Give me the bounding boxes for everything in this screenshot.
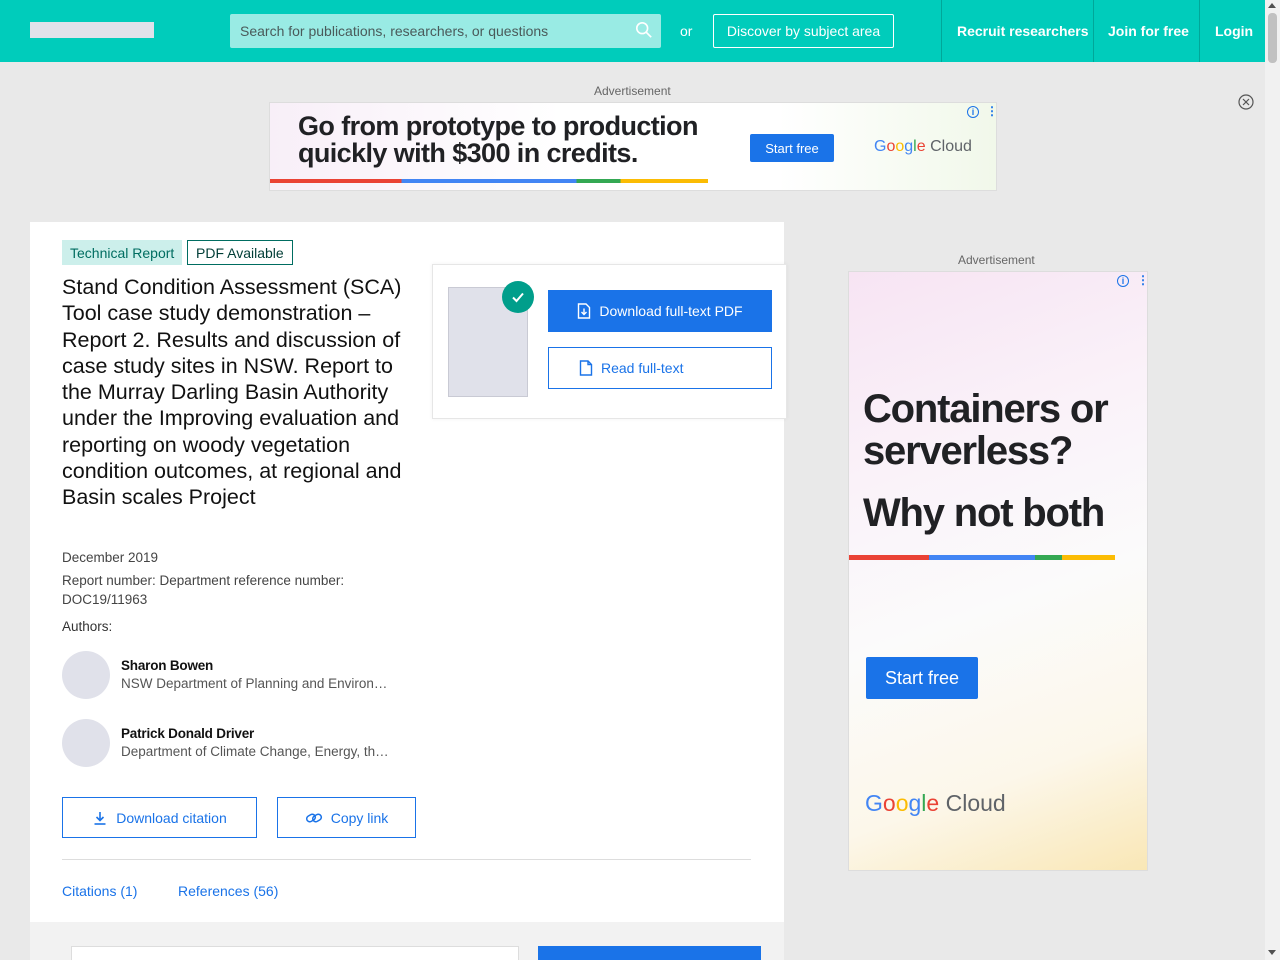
- pdf-download-icon: [578, 303, 591, 319]
- join-for-free-link[interactable]: Join for free: [1108, 0, 1189, 62]
- site-logo[interactable]: [30, 22, 154, 38]
- nav-separator: [1093, 0, 1094, 62]
- search-box: [230, 14, 661, 48]
- search-input[interactable]: [240, 14, 620, 48]
- discover-by-subject-button[interactable]: Discover by subject area: [713, 14, 894, 48]
- authors-label: Authors:: [62, 619, 113, 634]
- ad-headline: Go from prototype to production quickly …: [298, 111, 698, 168]
- ad-headline: Containers or serverless?: [863, 387, 1109, 473]
- avatar[interactable]: [62, 651, 110, 699]
- ad-subheadline: Why not both: [863, 491, 1105, 535]
- download-full-text-pdf-label: Download full-text PDF: [599, 303, 743, 319]
- lower-action-button[interactable]: [538, 946, 761, 960]
- ad-color-stripe: [849, 555, 1115, 560]
- lower-panel: [71, 946, 519, 960]
- top-banner-ad[interactable]: Go from prototype to production quickly …: [269, 102, 997, 191]
- publication-type-badge: Technical Report: [62, 240, 183, 265]
- login-link[interactable]: Login: [1215, 0, 1253, 62]
- check-icon: [502, 281, 534, 313]
- google-cloud-logo: Google Cloud: [874, 138, 972, 155]
- author-name[interactable]: Patrick Donald Driver: [121, 726, 254, 741]
- read-full-text-label: Read full-text: [601, 360, 684, 376]
- download-citation-label: Download citation: [116, 809, 227, 826]
- page-scrollbar[interactable]: [1265, 0, 1280, 960]
- nav-separator: [1199, 0, 1200, 62]
- ad-options-icon[interactable]: ⋮: [1137, 274, 1147, 286]
- download-citation-button[interactable]: Download citation: [62, 797, 257, 838]
- ad-start-free-button[interactable]: Start free: [866, 657, 978, 699]
- recruit-researchers-link[interactable]: Recruit researchers: [957, 0, 1089, 62]
- scroll-up-arrow-icon[interactable]: [1268, 3, 1276, 8]
- publication-date: December 2019: [62, 550, 159, 565]
- scroll-down-arrow-icon[interactable]: [1268, 950, 1276, 955]
- close-ad-icon[interactable]: [1238, 94, 1254, 110]
- scroll-thumb[interactable]: [1268, 13, 1277, 63]
- top-navigation-bar: or Discover by subject area Recruit rese…: [0, 0, 1265, 62]
- search-icon[interactable]: [635, 21, 653, 39]
- link-icon: [305, 813, 322, 822]
- document-icon: [579, 360, 593, 376]
- copy-link-button[interactable]: Copy link: [277, 797, 416, 838]
- ad-options-icon[interactable]: ⋮: [986, 105, 996, 117]
- advertisement-label: Advertisement: [958, 253, 1035, 267]
- copy-link-label: Copy link: [330, 809, 389, 826]
- ad-info-icon[interactable]: i: [967, 106, 979, 118]
- publication-title: Stand Condition Assessment (SCA) Tool ca…: [62, 275, 402, 510]
- divider: [62, 859, 751, 860]
- author-affiliation: NSW Department of Planning and Environme…: [121, 676, 393, 691]
- read-full-text-button[interactable]: Read full-text: [548, 347, 772, 389]
- or-label: or: [680, 23, 693, 39]
- download-icon: [94, 811, 106, 825]
- author-affiliation: Department of Climate Change, Energy, th…: [121, 744, 393, 759]
- ad-color-stripe: [270, 179, 708, 183]
- author-name[interactable]: Sharon Bowen: [121, 658, 213, 673]
- pdf-available-badge: PDF Available: [187, 240, 293, 265]
- ad-start-free-button[interactable]: Start free: [750, 134, 834, 162]
- tab-citations[interactable]: Citations (1): [62, 883, 137, 899]
- download-full-text-pdf-button[interactable]: Download full-text PDF: [548, 290, 772, 332]
- ad-info-icon[interactable]: i: [1117, 275, 1129, 287]
- tab-references[interactable]: References (56): [178, 883, 278, 899]
- advertisement-label: Advertisement: [594, 84, 671, 98]
- side-banner-ad[interactable]: i ⋮ Containers or serverless? Why not bo…: [848, 271, 1148, 871]
- avatar[interactable]: [62, 719, 110, 767]
- google-cloud-logo: Google Cloud: [865, 790, 1006, 816]
- report-number: Report number: Department reference numb…: [62, 573, 345, 607]
- nav-separator: [941, 0, 942, 62]
